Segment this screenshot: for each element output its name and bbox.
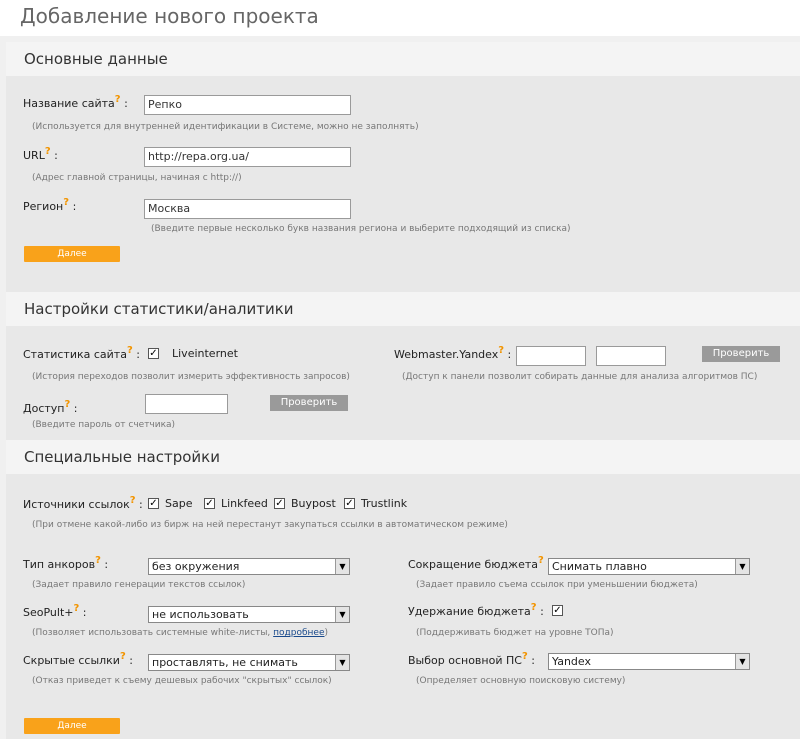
url-hint: (Адрес главной страницы, начиная с http:… <box>32 173 242 183</box>
webmaster-password-input[interactable] <box>596 346 666 366</box>
anchor-type-label: Тип анкоров? : <box>23 555 109 571</box>
budget-cut-label: Сокращение бюджета? : <box>408 555 551 571</box>
help-icon[interactable]: ? <box>531 602 537 613</box>
hidden-links-select[interactable]: проставлять, не снимать ▼ <box>148 654 350 671</box>
anchor-type-hint: (Задает правило генерации текстов ссылок… <box>32 580 246 590</box>
access-input[interactable] <box>145 394 228 414</box>
trustlink-label: Trustlink <box>361 497 408 510</box>
help-icon[interactable]: ? <box>95 555 101 566</box>
section-title-special: Специальные настройки <box>24 448 220 466</box>
seopult-hint: (Позволяет использовать системные white-… <box>32 628 329 638</box>
site-name-input[interactable]: Репко <box>144 95 351 115</box>
url-input[interactable]: http://repa.org.ua/ <box>144 147 351 167</box>
site-name-hint: (Используется для внутренней идентификац… <box>32 122 419 132</box>
budget-cut-hint: (Задает правило съема ссылок при уменьше… <box>416 580 698 590</box>
seopult-select[interactable]: не использовать ▼ <box>148 606 350 623</box>
webmaster-hint: (Доступ к панели позволит собирать данны… <box>402 372 758 382</box>
main-se-select[interactable]: Yandex ▼ <box>548 653 750 670</box>
hidden-links-hint: (Отказ приведет к съему дешевых рабочих … <box>32 676 332 686</box>
liveinternet-label: Liveinternet <box>172 347 238 360</box>
section-header-stats: Настройки статистики/аналитики <box>6 292 800 326</box>
sape-checkbox[interactable]: ✓ <box>148 498 159 509</box>
chevron-down-icon[interactable]: ▼ <box>335 559 349 574</box>
link-sources-hint: (При отмене какой-либо из бирж на ней пе… <box>32 520 508 530</box>
help-icon[interactable]: ? <box>522 651 528 662</box>
help-icon[interactable]: ? <box>120 651 126 662</box>
buypost-checkbox[interactable]: ✓ <box>274 498 285 509</box>
section-header-special: Специальные настройки <box>6 440 800 474</box>
seopult-more-link[interactable]: подробнее <box>273 628 324 638</box>
budget-hold-checkbox[interactable]: ✓ <box>552 605 563 616</box>
help-icon[interactable]: ? <box>130 495 136 506</box>
budget-hold-hint: (Поддерживать бюджет на уровне ТОПа) <box>416 628 614 638</box>
region-label: Регион? : <box>23 197 77 213</box>
main-se-hint: (Определяет основную поисковую систему) <box>416 676 626 686</box>
seopult-label: SeoPult+? : <box>23 603 87 619</box>
liveinternet-checkbox[interactable]: ✓ <box>148 348 159 359</box>
chevron-down-icon[interactable]: ▼ <box>735 654 749 669</box>
trustlink-checkbox[interactable]: ✓ <box>344 498 355 509</box>
section-body-special: Источники ссылок? : ✓ Sape ✓ Linkfeed ✓ … <box>6 474 800 739</box>
section-header-basic: Основные данные <box>6 42 800 76</box>
site-name-label: Название сайта? : <box>23 94 128 110</box>
access-hint: (Введите пароль от счетчика) <box>32 420 176 430</box>
webmaster-label: Webmaster.Yandex? : <box>394 345 512 361</box>
chevron-down-icon[interactable]: ▼ <box>335 607 349 622</box>
main-se-label: Выбор основной ПС? : <box>408 651 535 667</box>
region-hint: (Введите первые несколько букв названия … <box>151 224 571 234</box>
site-stats-label: Статистика сайта? : <box>23 345 140 361</box>
help-icon[interactable]: ? <box>45 146 51 157</box>
hidden-links-label: Скрытые ссылки? : <box>23 651 133 667</box>
section-title-stats: Настройки статистики/аналитики <box>24 300 294 318</box>
section-body-stats: Статистика сайта? : ✓ Liveinternet (Исто… <box>6 326 800 440</box>
next-button-basic[interactable]: Далее <box>24 246 120 262</box>
link-sources-label: Источники ссылок? : <box>23 495 143 511</box>
sape-label: Sape <box>165 497 193 510</box>
budget-hold-label: Удержание бюджета? : <box>408 602 544 618</box>
region-input[interactable]: Москва <box>144 199 351 219</box>
chevron-down-icon[interactable]: ▼ <box>335 655 349 670</box>
help-icon[interactable]: ? <box>64 399 70 410</box>
webmaster-login-input[interactable] <box>516 346 586 366</box>
access-check-button[interactable]: Проверить <box>270 395 348 411</box>
section-title-basic: Основные данные <box>24 50 168 68</box>
help-icon[interactable]: ? <box>498 345 504 356</box>
help-icon[interactable]: ? <box>73 603 79 614</box>
url-label: URL? : <box>23 146 58 162</box>
budget-cut-select[interactable]: Снимать плавно ▼ <box>548 558 750 575</box>
help-icon[interactable]: ? <box>127 345 133 356</box>
webmaster-check-button[interactable]: Проверить <box>702 346 780 362</box>
access-label: Доступ? : <box>23 399 78 415</box>
help-icon[interactable]: ? <box>538 555 544 566</box>
help-icon[interactable]: ? <box>115 94 121 105</box>
help-icon[interactable]: ? <box>63 197 69 208</box>
linkfeed-checkbox[interactable]: ✓ <box>204 498 215 509</box>
chevron-down-icon[interactable]: ▼ <box>735 559 749 574</box>
page-title: Добавление нового проекта <box>20 4 319 28</box>
site-stats-hint: (История переходов позволит измерить эфф… <box>32 372 350 382</box>
linkfeed-label: Linkfeed <box>221 497 268 510</box>
section-body-basic: Название сайта? : Репко (Используется дл… <box>6 76 800 294</box>
anchor-type-select[interactable]: без окружения ▼ <box>148 558 350 575</box>
buypost-label: Buypost <box>291 497 336 510</box>
next-button-special[interactable]: Далее <box>24 718 120 734</box>
form-container: Основные данные Название сайта? : Репко … <box>0 36 800 739</box>
